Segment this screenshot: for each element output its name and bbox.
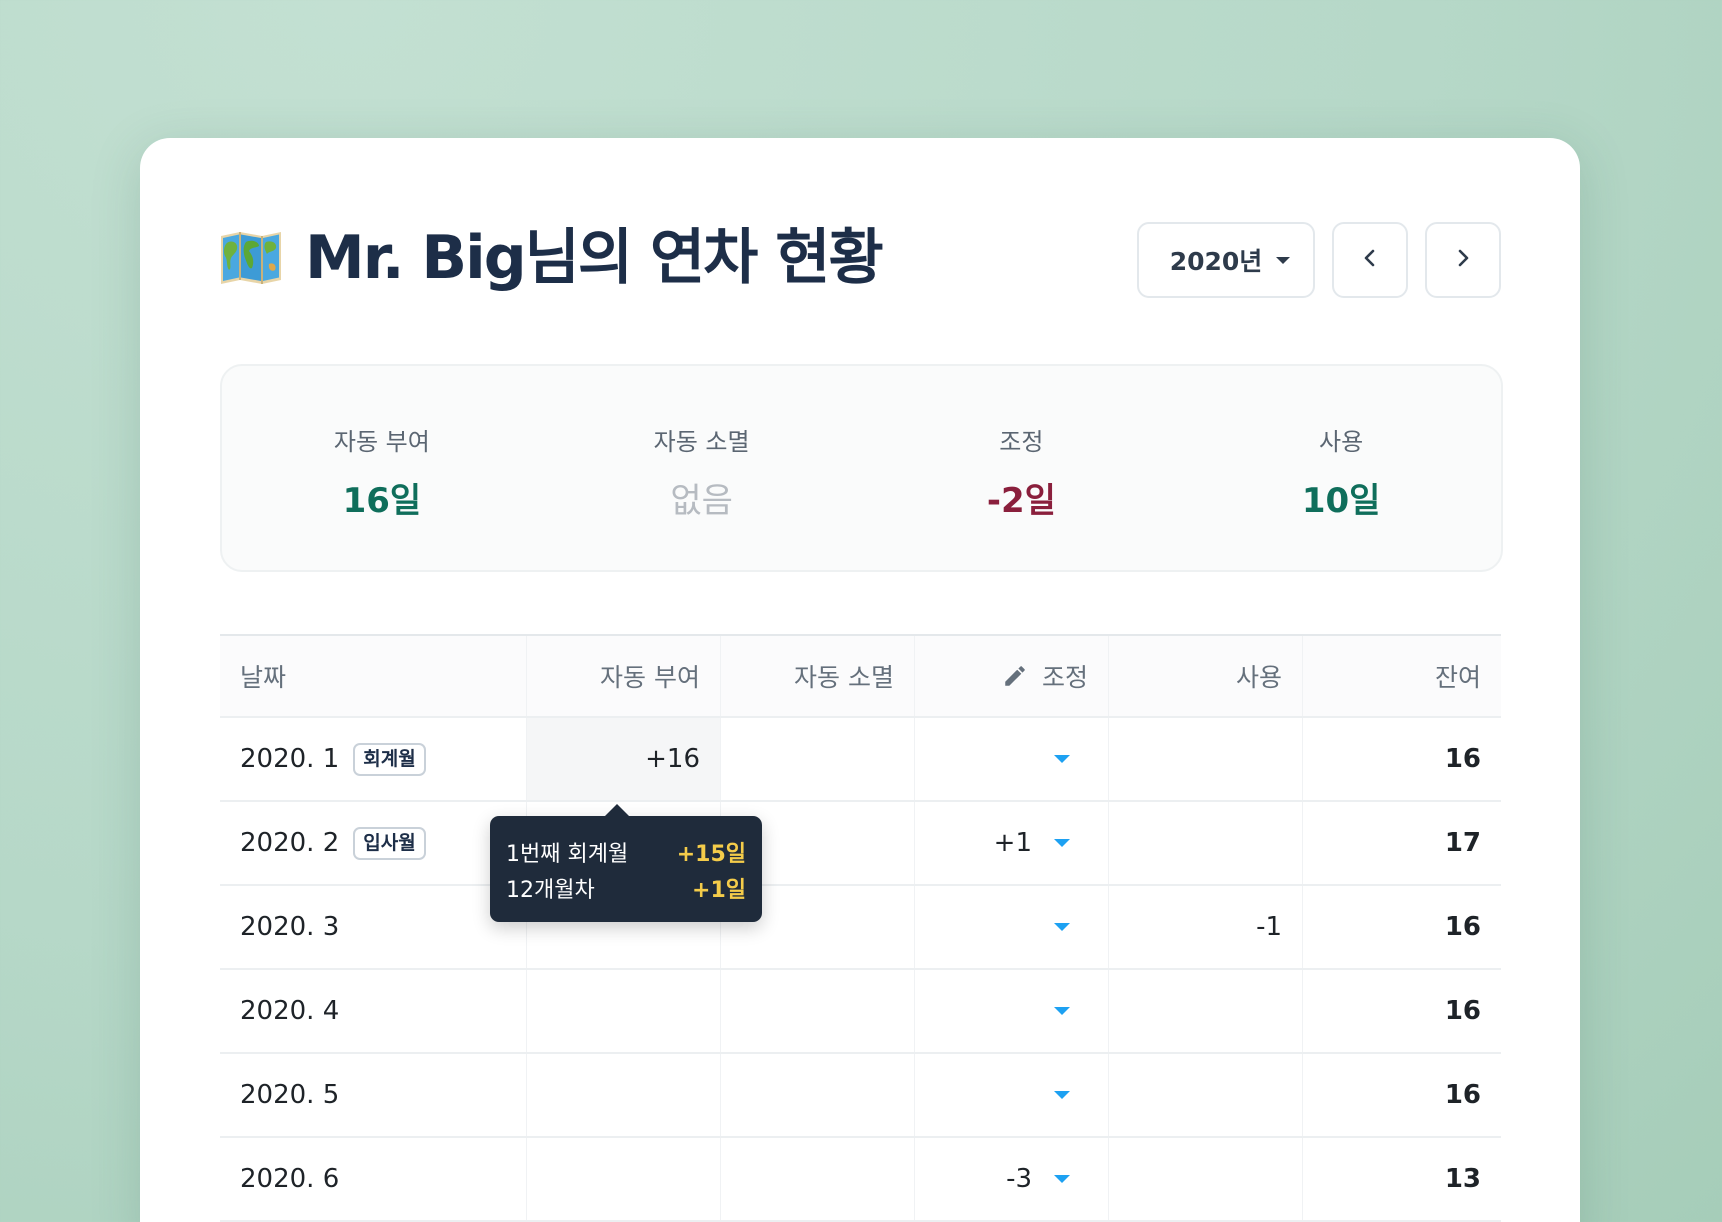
date-cell: 2020. 2 입사월 xyxy=(220,802,527,884)
date-value: 2020. 6 xyxy=(240,1164,340,1194)
summary-label: 사용 xyxy=(1319,428,1364,456)
remain-cell: 17 xyxy=(1444,828,1481,858)
dropdown-caret-icon[interactable] xyxy=(1054,1091,1070,1099)
summary-label: 자동 부여 xyxy=(333,428,430,456)
summary-value: 10일 xyxy=(1301,481,1381,521)
dropdown-caret-icon[interactable] xyxy=(1054,923,1070,931)
header-auto-expire: 자동 소멸 xyxy=(721,636,915,716)
tooltip-row: 12개월차 +1일 xyxy=(506,870,746,906)
world-map-icon xyxy=(219,230,283,286)
date-value: 2020. 1 xyxy=(240,744,340,774)
adjust-value: -3 xyxy=(1006,1164,1032,1194)
table-row: 2020. 4 16 xyxy=(220,970,1501,1054)
summary-value: -2일 xyxy=(986,481,1056,521)
summary-auto-grant: 자동 부여 16일 xyxy=(222,366,542,570)
auto-grant-cell xyxy=(527,1138,721,1220)
summary-auto-expire: 자동 소멸 없음 xyxy=(542,366,862,570)
dropdown-caret-icon[interactable] xyxy=(1054,1007,1070,1015)
remain-cell: 13 xyxy=(1444,1164,1481,1194)
date-cell: 2020. 6 xyxy=(220,1138,527,1220)
auto-grant-cell[interactable]: +16 xyxy=(527,718,721,800)
remain-cell: 16 xyxy=(1444,744,1481,774)
date-value: 2020. 3 xyxy=(240,912,340,942)
used-cell xyxy=(1109,1138,1303,1220)
hire-month-badge: 입사월 xyxy=(353,826,426,860)
fiscal-month-badge: 회계월 xyxy=(353,742,426,776)
summary-adjust: 조정 -2일 xyxy=(862,366,1182,570)
summary-used: 사용 10일 xyxy=(1181,366,1501,570)
auto-expire-cell xyxy=(721,970,915,1052)
auto-expire-cell xyxy=(721,1138,915,1220)
leave-status-card: Mr. Big님의 연차 현황 2020년 자동 부여 16일 자동 소멸 없음… xyxy=(140,138,1580,1222)
header-date: 날짜 xyxy=(220,636,527,716)
date-cell: 2020. 5 xyxy=(220,1054,527,1136)
used-cell xyxy=(1109,1054,1303,1136)
tooltip-value: +1일 xyxy=(692,878,746,903)
header-adjust: 조정 xyxy=(915,636,1109,716)
chevron-right-icon xyxy=(1452,247,1474,273)
year-select-value: 2020년 xyxy=(1169,247,1263,276)
caret-down-icon xyxy=(1276,256,1291,264)
dropdown-caret-icon[interactable] xyxy=(1054,1175,1070,1183)
auto-grant-cell xyxy=(527,970,721,1052)
table-row: 2020. 2 입사월 +1 17 xyxy=(220,802,1501,886)
table-row: 2020. 5 16 xyxy=(220,1054,1501,1138)
date-value: 2020. 4 xyxy=(240,996,340,1026)
used-cell: -1 xyxy=(1109,886,1303,968)
used-cell xyxy=(1109,718,1303,800)
adjust-cell[interactable]: +1 xyxy=(915,802,1109,884)
adjust-cell[interactable] xyxy=(915,1054,1109,1136)
adjust-cell[interactable] xyxy=(915,718,1109,800)
year-select[interactable]: 2020년 xyxy=(1137,222,1315,298)
auto-expire-cell xyxy=(721,1054,915,1136)
pencil-icon xyxy=(1002,663,1028,689)
adjust-cell[interactable]: -3 xyxy=(915,1138,1109,1220)
chevron-left-icon xyxy=(1359,247,1381,273)
next-year-button[interactable] xyxy=(1425,222,1501,298)
date-cell: 2020. 3 xyxy=(220,886,527,968)
table-row: 2020. 1 회계월 +16 16 xyxy=(220,718,1501,802)
date-value: 2020. 2 xyxy=(240,828,340,858)
header: Mr. Big님의 연차 현황 2020년 xyxy=(219,222,1501,312)
header-adjust-label: 조정 xyxy=(1041,663,1088,692)
date-cell: 2020. 1 회계월 xyxy=(220,718,527,800)
tooltip-value: +15일 xyxy=(676,842,746,867)
summary-label: 조정 xyxy=(999,428,1044,456)
header-auto-grant: 자동 부여 xyxy=(527,636,721,716)
dropdown-caret-icon[interactable] xyxy=(1054,755,1070,763)
header-used: 사용 xyxy=(1109,636,1303,716)
remain-cell: 16 xyxy=(1444,996,1481,1026)
date-value: 2020. 5 xyxy=(240,1080,340,1110)
table-header-row: 날짜 자동 부여 자동 소멸 조정 사용 잔여 xyxy=(220,636,1501,718)
grant-detail-tooltip: 1번째 회계월 +15일 12개월차 +1일 xyxy=(490,804,762,922)
summary-value: 없음 xyxy=(670,481,733,521)
prev-year-button[interactable] xyxy=(1332,222,1408,298)
leave-table: 날짜 자동 부여 자동 소멸 조정 사용 잔여 2020. 1 회계월 +16 xyxy=(220,634,1501,1222)
remain-cell: 16 xyxy=(1444,912,1481,942)
dropdown-caret-icon[interactable] xyxy=(1054,839,1070,847)
tooltip-label: 12개월차 xyxy=(506,878,595,903)
header-remain: 잔여 xyxy=(1434,663,1481,692)
auto-expire-cell xyxy=(721,718,915,800)
remain-cell: 16 xyxy=(1444,1080,1481,1110)
adjust-cell[interactable] xyxy=(915,886,1109,968)
summary-label: 자동 소멸 xyxy=(653,428,750,456)
auto-grant-cell xyxy=(527,1054,721,1136)
summary-value: 16일 xyxy=(342,481,422,521)
used-cell xyxy=(1109,802,1303,884)
table-row: 2020. 3 -1 16 xyxy=(220,886,1501,970)
title-group: Mr. Big님의 연차 현황 xyxy=(219,223,884,293)
table-row: 2020. 6 -3 13 xyxy=(220,1138,1501,1222)
used-cell xyxy=(1109,970,1303,1052)
adjust-value: +1 xyxy=(993,828,1032,858)
tooltip-label: 1번째 회계월 xyxy=(506,842,629,867)
tooltip-row: 1번째 회계월 +15일 xyxy=(506,834,746,870)
adjust-cell[interactable] xyxy=(915,970,1109,1052)
summary-panel: 자동 부여 16일 자동 소멸 없음 조정 -2일 사용 10일 xyxy=(220,364,1503,572)
page-title: Mr. Big님의 연차 현황 xyxy=(305,223,884,293)
year-controls: 2020년 xyxy=(1137,222,1501,298)
date-cell: 2020. 4 xyxy=(220,970,527,1052)
